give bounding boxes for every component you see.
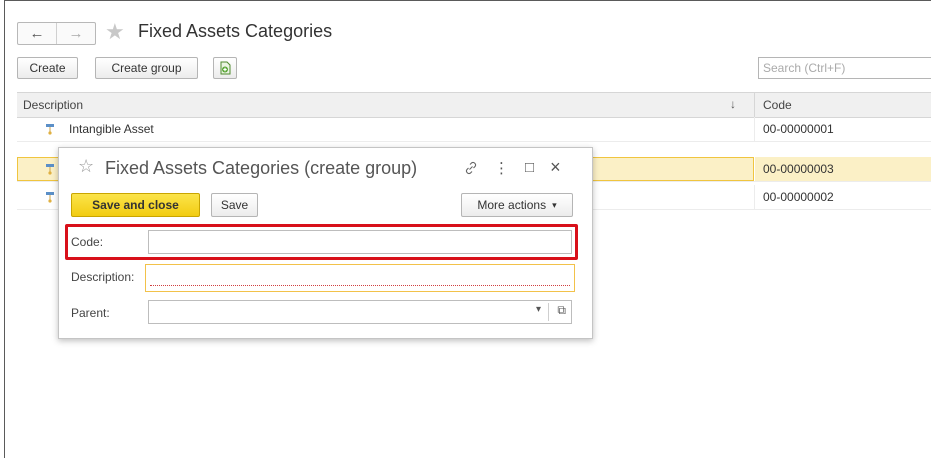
- group-folder-icon: [46, 124, 54, 135]
- save-and-close-label: Save and close: [92, 198, 179, 212]
- maximize-icon[interactable]: □: [525, 159, 534, 176]
- row-code: 00-00000003: [763, 162, 834, 176]
- save-button[interactable]: Save: [211, 193, 258, 217]
- dialog-favorite-star-icon[interactable]: ☆: [78, 156, 94, 177]
- back-arrow-icon: ←: [29, 25, 45, 42]
- favorite-star-icon[interactable]: ★: [105, 19, 125, 45]
- create-group-dialog: ☆ Fixed Assets Categories (create group)…: [58, 147, 593, 339]
- more-actions-button[interactable]: More actions ▾: [461, 193, 573, 217]
- navigation-buttons: ← →: [17, 22, 96, 45]
- create-button-label: Create: [29, 61, 66, 75]
- sort-down-icon: ↓: [730, 97, 736, 111]
- back-button[interactable]: ←: [18, 23, 56, 44]
- row-code: 00-00000001: [763, 122, 834, 136]
- column-divider: [754, 117, 755, 141]
- table-row[interactable]: Intangible Asset 00-00000001: [17, 117, 931, 142]
- group-folder-icon: [46, 192, 54, 203]
- description-label: Description:: [71, 270, 135, 284]
- dialog-window-controls: ⋮ □ ×: [464, 157, 561, 178]
- create-group-button[interactable]: Create group: [95, 57, 198, 79]
- description-field[interactable]: [145, 264, 575, 292]
- search-input[interactable]: [758, 57, 931, 79]
- page-title: Fixed Assets Categories: [138, 21, 333, 41]
- chevron-down-icon: ▾: [552, 199, 557, 210]
- parent-field[interactable]: ▾ ⧉: [148, 300, 572, 324]
- link-icon[interactable]: [464, 161, 478, 175]
- window-frame-top: [4, 0, 931, 6]
- copy-document-icon: [220, 61, 231, 75]
- open-form-icon[interactable]: ⧉: [557, 303, 566, 318]
- forward-button[interactable]: →: [56, 23, 95, 44]
- dialog-title: Fixed Assets Categories (create group): [105, 158, 418, 178]
- row-code: 00-00000002: [763, 190, 834, 204]
- field-divider: [548, 303, 549, 321]
- row-description: Intangible Asset: [69, 122, 154, 136]
- group-folder-icon: [46, 164, 54, 175]
- window-frame-left: [0, 0, 5, 458]
- highlight-annotation-box: [65, 224, 578, 260]
- save-and-close-button[interactable]: Save and close: [71, 193, 200, 217]
- more-menu-icon[interactable]: ⋮: [494, 159, 509, 177]
- column-header-description[interactable]: Description: [23, 98, 83, 112]
- copy-item-button[interactable]: [213, 57, 237, 79]
- save-label: Save: [220, 198, 249, 212]
- forward-arrow-icon: →: [68, 25, 84, 42]
- parent-label: Parent:: [71, 306, 110, 320]
- required-field-underline: [150, 285, 570, 286]
- more-actions-label: More actions: [477, 198, 547, 212]
- column-header-code[interactable]: Code: [763, 98, 792, 112]
- column-divider: [754, 93, 755, 117]
- column-divider: [754, 185, 755, 209]
- dropdown-arrow-icon[interactable]: ▾: [536, 304, 541, 315]
- close-icon[interactable]: ×: [550, 157, 561, 178]
- list-header: Description ↓ Code: [17, 92, 931, 118]
- create-button[interactable]: Create: [17, 57, 78, 79]
- create-group-button-label: Create group: [111, 61, 182, 75]
